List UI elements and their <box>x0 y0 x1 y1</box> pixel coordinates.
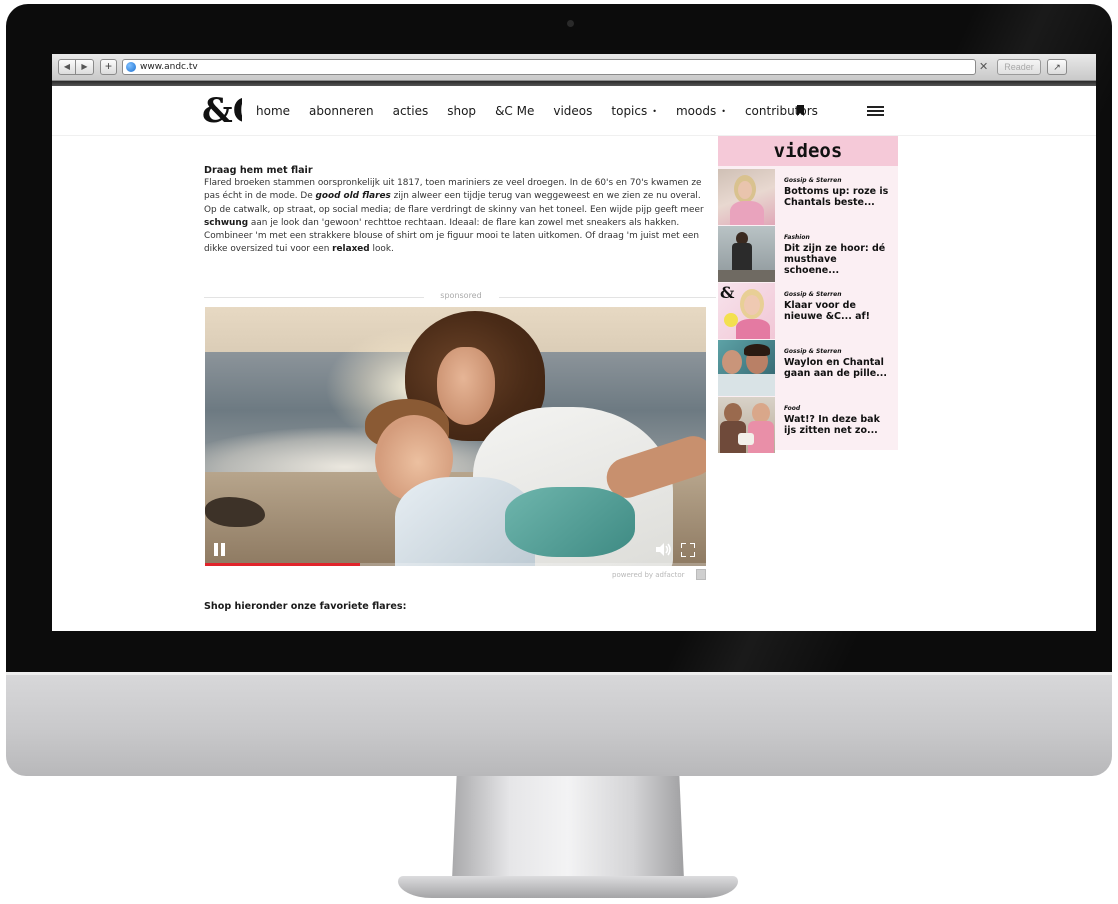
video-category: Gossip & Sterren <box>784 291 842 298</box>
video-thumbnail[interactable]: & <box>718 283 775 339</box>
video-player[interactable] <box>205 307 706 566</box>
site-header: &C home abonneren acties shop &C Me vide… <box>52 86 1096 136</box>
screen: ◀ ▶ + www.andc.tv ✕ Reader ↗ &C home abo… <box>52 54 1096 631</box>
video-title[interactable]: Waylon en Chantal gaan aan de pille... <box>784 357 894 379</box>
video-thumbnail[interactable] <box>718 169 775 225</box>
monitor-chin <box>6 672 1112 776</box>
video-title[interactable]: Bottoms up: roze is Chantals beste... <box>784 186 894 208</box>
share-button[interactable]: ↗ <box>1047 59 1067 75</box>
camera-icon <box>567 20 574 27</box>
article: Draag hem met flair Flared broeken stamm… <box>204 164 716 257</box>
video-progress-bar <box>205 563 361 566</box>
dropdown-dot-icon: • <box>721 107 726 116</box>
andc-logo[interactable]: &C <box>200 92 242 128</box>
video-thumbnail[interactable] <box>718 397 775 453</box>
video-title[interactable]: Dit zijn ze hoor: dé musthave schoene... <box>784 243 894 276</box>
video-card[interactable]: Fashion Dit zijn ze hoor: dé musthave sc… <box>718 226 898 283</box>
reader-button[interactable]: Reader <box>997 59 1041 75</box>
nav-item-home[interactable]: home <box>256 104 290 118</box>
shop-heading: Shop hieronder onze favoriete flares: <box>204 601 407 612</box>
new-tab-button[interactable]: + <box>100 59 117 75</box>
url-text: www.andc.tv <box>140 62 198 72</box>
nav-item-abonneren[interactable]: abonneren <box>309 104 374 118</box>
browser-toolbar: ◀ ▶ + www.andc.tv ✕ Reader ↗ <box>52 54 1096 81</box>
divider-line-left <box>204 297 424 298</box>
video-category: Gossip & Sterren <box>784 348 842 355</box>
monitor-stand-base <box>398 876 738 898</box>
pause-icon[interactable] <box>214 543 225 556</box>
powered-by-label: powered by adfactor <box>612 571 685 579</box>
sponsored-label: sponsored <box>440 291 482 300</box>
stop-icon[interactable]: ✕ <box>979 60 988 73</box>
article-body: Flared broeken stammen oorspronkelijk ui… <box>204 178 704 255</box>
nav-item-contributors[interactable]: contributors <box>745 104 818 118</box>
video-boy-shorts <box>505 487 635 557</box>
video-title[interactable]: Wat!? In deze bak ijs zitten net zo... <box>784 414 894 436</box>
video-category: Fashion <box>784 234 810 241</box>
nav-item-andc-me[interactable]: &C Me <box>495 104 534 118</box>
monitor-chin-edge <box>6 672 1112 675</box>
nav-item-moods[interactable]: moods • <box>676 104 726 118</box>
sidebar-title: videos <box>773 140 843 162</box>
video-category: Food <box>784 405 801 412</box>
video-card[interactable]: Gossip & Sterren Waylon en Chantal gaan … <box>718 340 898 397</box>
article-heading: Draag hem met flair <box>204 165 313 176</box>
logo-text: &C <box>202 92 242 128</box>
video-card[interactable]: Gossip & Sterren Bottoms up: roze is Cha… <box>718 169 898 226</box>
nav-item-topics[interactable]: topics • <box>611 104 657 118</box>
back-button[interactable]: ◀ <box>58 59 76 75</box>
nav-item-videos[interactable]: videos <box>553 104 592 118</box>
address-bar[interactable]: www.andc.tv <box>122 59 976 75</box>
globe-icon <box>126 62 136 72</box>
history-buttons: ◀ ▶ <box>58 59 94 75</box>
video-thumbnail[interactable] <box>718 226 775 282</box>
sponsored-divider: sponsored <box>204 291 716 303</box>
divider-line-right <box>499 297 716 298</box>
volume-icon[interactable] <box>656 543 672 556</box>
video-card[interactable]: & Gossip & Sterren Klaar voor de nieuwe … <box>718 283 898 340</box>
hamburger-icon[interactable] <box>867 106 884 116</box>
videos-sidebar: videos Gossip & Sterren Bottoms up: roze… <box>718 136 898 453</box>
adfactor-icon[interactable] <box>696 569 706 580</box>
dropdown-dot-icon: • <box>652 107 657 116</box>
sidebar-header: videos <box>718 136 898 166</box>
video-category: Gossip & Sterren <box>784 177 842 184</box>
nav-item-shop[interactable]: shop <box>447 104 476 118</box>
fullscreen-icon[interactable] <box>681 543 695 557</box>
video-card[interactable]: Food Wat!? In deze bak ijs zitten net zo… <box>718 397 898 454</box>
video-title[interactable]: Klaar voor de nieuwe &C... af! <box>784 300 894 322</box>
monitor-stand <box>452 776 684 880</box>
nav-item-acties[interactable]: acties <box>393 104 429 118</box>
forward-button[interactable]: ▶ <box>76 59 94 75</box>
video-thumbnail[interactable] <box>718 340 775 396</box>
main-nav: home abonneren acties shop &C Me videos … <box>256 104 837 118</box>
